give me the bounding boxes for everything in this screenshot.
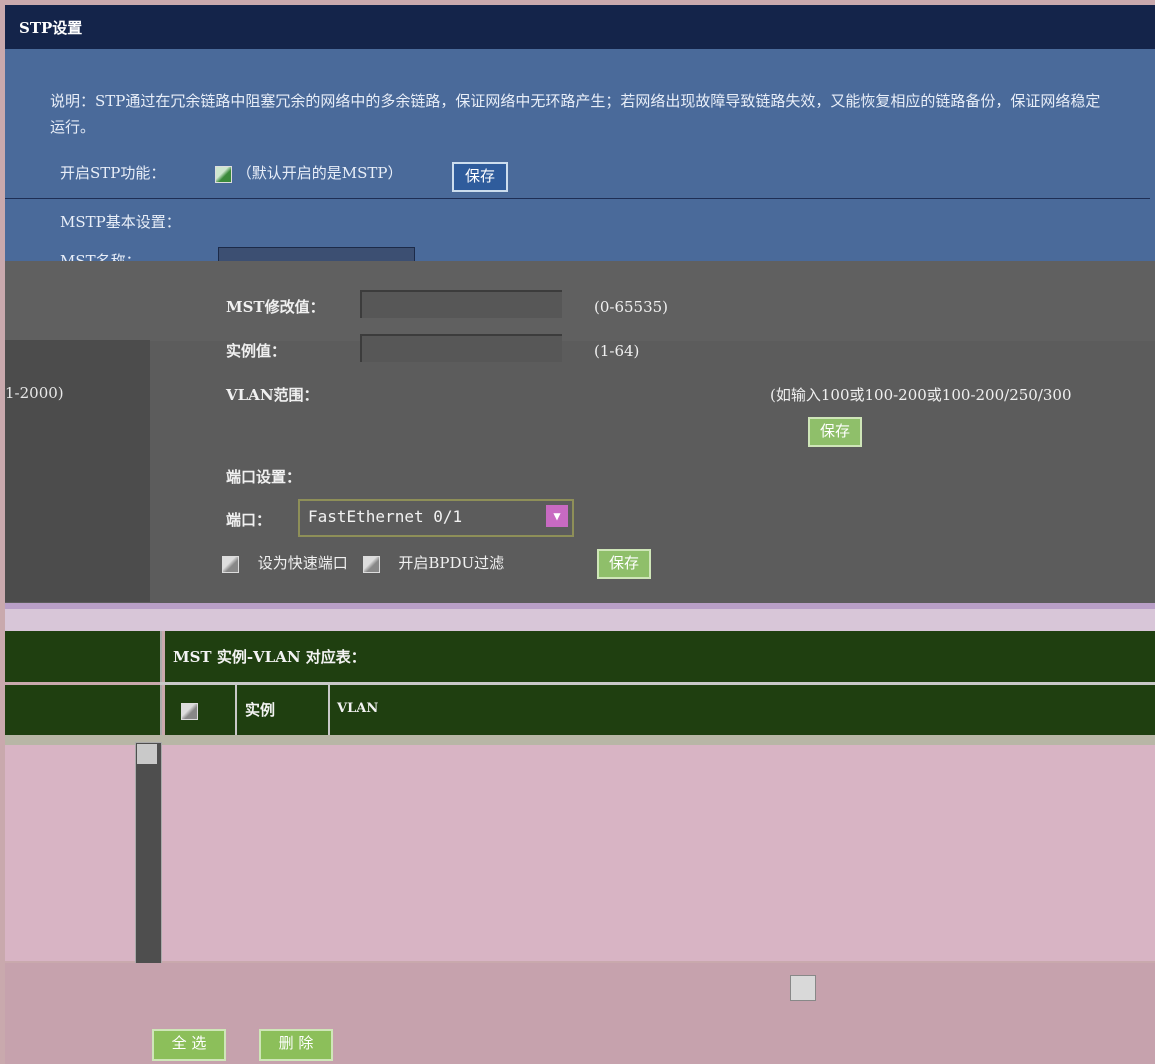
stp-enable-row: 开启STP功能： （默认开启的是MSTP）: [60, 162, 402, 183]
separator-stripe-top: [5, 603, 1155, 609]
description-text: 说明：STP通过在冗余链路中阻塞冗余的网络中的多余链路，保证网络中无环路产生；若…: [50, 92, 1101, 136]
col-vlan-header: VLAN: [337, 701, 379, 716]
select-all-checkbox[interactable]: [181, 703, 198, 720]
table-header-row: 实例 VLAN: [165, 685, 1155, 735]
instance-range: (1-64): [594, 342, 640, 360]
port-select-value: FastEthernet 0/1: [308, 507, 463, 526]
fast-port-label: 设为快速端口: [257, 554, 348, 572]
mst-revision-range: (0-65535): [594, 298, 669, 316]
bpdu-filter-label: 开启BPDU过滤: [398, 554, 505, 572]
table-left-header: [5, 631, 162, 682]
row-checkbox[interactable]: [790, 975, 816, 1001]
port-save-button[interactable]: 保存: [597, 549, 651, 579]
instance-input[interactable]: [360, 334, 562, 362]
select-all-button[interactable]: 全 选: [152, 1029, 226, 1061]
stp-enable-checkbox[interactable]: [214, 165, 232, 183]
mstp-basic-label: MSTP基本设置：: [60, 213, 181, 231]
page-title: STP设置: [19, 19, 83, 37]
col-sep-2: [328, 685, 330, 735]
delete-button[interactable]: 删 除: [259, 1029, 333, 1061]
table-title: MST 实例-VLAN 对应表：: [173, 648, 366, 666]
fast-port-checkbox[interactable]: [222, 555, 239, 573]
stp-enable-label: 开启STP功能：: [60, 164, 166, 182]
vlan-range-label: VLAN范围：: [226, 386, 319, 404]
scrollbar[interactable]: [135, 742, 162, 966]
table-body: [5, 745, 1155, 961]
col-instance-header: 实例: [245, 701, 276, 719]
divider: [5, 198, 1150, 199]
col-sep-1: [235, 685, 237, 735]
vlan-range-left-text: 1-2000): [5, 384, 64, 402]
mst-revision-label: MST修改值：: [226, 298, 325, 316]
mst-revision-input[interactable]: [360, 290, 562, 318]
table-left-subheader: [5, 685, 162, 735]
port-options-row: 设为快速端口 开启BPDU过滤: [222, 552, 504, 573]
glitch-band: [5, 261, 1155, 341]
left-column-block: [5, 340, 150, 602]
chevron-down-icon[interactable]: ▼: [546, 505, 568, 527]
vlan-save-button[interactable]: 保存: [808, 417, 862, 447]
instance-label: 实例值：: [226, 342, 287, 360]
title-bar: STP设置: [5, 5, 1155, 50]
port-select[interactable]: FastEthernet 0/1 ▼: [298, 499, 574, 537]
port-label: 端口：: [226, 511, 272, 529]
scrollbar-up-button[interactable]: [137, 744, 157, 764]
bpdu-filter-checkbox[interactable]: [362, 555, 380, 573]
vlan-hint: (如输入100或100-200或100-200/250/300: [770, 386, 1072, 404]
table-title-bar: MST 实例-VLAN 对应表：: [165, 631, 1155, 682]
stp-enable-note: （默认开启的是MSTP）: [236, 164, 403, 182]
table-header-bottom: [5, 735, 1155, 745]
stp-save-button[interactable]: 保存: [452, 162, 508, 192]
port-settings-label: 端口设置：: [226, 468, 302, 486]
